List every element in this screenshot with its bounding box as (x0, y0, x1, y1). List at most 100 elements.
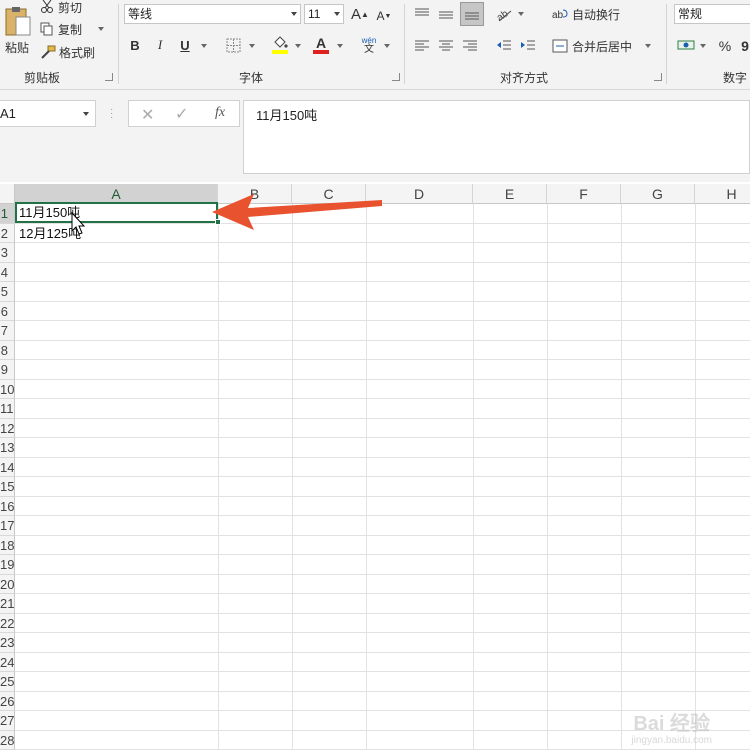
row-header-21[interactable]: 21 (0, 594, 15, 614)
column-header-f[interactable]: F (547, 184, 621, 204)
copy-dropdown-icon[interactable] (98, 27, 104, 31)
cancel-icon[interactable]: ✕ (141, 105, 154, 125)
chevron-down-icon (334, 12, 340, 16)
move-cursor-icon (71, 212, 86, 235)
top-align-button[interactable] (412, 4, 432, 24)
row-header-3[interactable]: 3 (0, 243, 15, 263)
font-color-dropdown-icon[interactable] (337, 44, 343, 48)
column-header-a[interactable]: A (15, 184, 218, 204)
row-header-7[interactable]: 7 (0, 321, 15, 341)
row-header-22[interactable]: 22 (0, 613, 15, 633)
grow-font-button[interactable]: A ▲ (350, 4, 370, 24)
grid-line (621, 204, 622, 750)
row-header-23[interactable]: 23 (0, 633, 15, 653)
borders-dropdown-icon[interactable] (249, 44, 255, 48)
font-name-select[interactable]: 等线 (124, 4, 301, 24)
middle-align-button[interactable] (436, 4, 456, 24)
format-painter-button[interactable]: 格式刷 (40, 44, 95, 60)
bold-button[interactable]: B (128, 36, 142, 54)
font-size-select[interactable]: 11 (304, 4, 344, 24)
worksheet-grid[interactable]: A B C D E F G H 1 2 3 4 5 6 7 8 9 10 11 12 13 14 15 16 1… (0, 184, 750, 750)
orientation-button[interactable]: ab (494, 4, 514, 24)
grid-line (15, 359, 750, 360)
wrap-text-button[interactable]: ab 自动换行 (552, 4, 620, 24)
cut-button[interactable]: 剪切 (40, 0, 82, 15)
font-launcher-icon[interactable] (392, 73, 400, 81)
paintbrush-icon (41, 45, 56, 59)
accounting-format-button[interactable] (676, 36, 696, 56)
clipboard-launcher-icon[interactable] (105, 73, 113, 81)
align-left-icon (415, 40, 429, 51)
enter-icon[interactable]: ✓ (175, 104, 188, 124)
row-header-26[interactable]: 26 (0, 691, 15, 711)
comma-style-button[interactable]: 9 (738, 36, 750, 56)
italic-button[interactable]: I (153, 36, 167, 54)
grid-line (547, 204, 548, 750)
shrink-font-button[interactable]: A ▼ (374, 6, 394, 26)
row-header-5[interactable]: 5 (0, 282, 15, 302)
phonetic-dropdown-icon[interactable] (384, 44, 390, 48)
merge-cells-icon (552, 39, 568, 53)
copy-button[interactable]: 复制 (40, 21, 104, 37)
row-header-10[interactable]: 10 (0, 379, 15, 399)
borders-button[interactable] (224, 36, 242, 54)
align-middle-icon (439, 11, 453, 19)
alignment-group-label: 对齐方式 (500, 71, 549, 85)
align-right-button[interactable] (460, 36, 480, 56)
row-header-15[interactable]: 15 (0, 477, 15, 497)
column-header-g[interactable]: G (621, 184, 695, 204)
row-header-11[interactable]: 11 (0, 399, 15, 419)
row-header-6[interactable]: 6 (0, 301, 15, 321)
row-header-1[interactable]: 1 (0, 204, 15, 224)
align-left-button[interactable] (412, 36, 432, 56)
accounting-dropdown-icon[interactable] (700, 44, 706, 48)
paste-button[interactable]: 粘贴 (0, 0, 34, 62)
row-header-25[interactable]: 25 (0, 672, 15, 692)
row-header-20[interactable]: 20 (0, 574, 15, 594)
fill-color-button[interactable] (270, 34, 290, 56)
font-color-button[interactable]: A (311, 34, 331, 56)
row-header-24[interactable]: 24 (0, 652, 15, 672)
font-color-swatch (313, 50, 329, 54)
row-header-12[interactable]: 12 (0, 418, 15, 438)
column-header-h[interactable]: H (695, 184, 750, 204)
phonetic-button[interactable]: wén 文 (359, 34, 379, 56)
grid-line (695, 204, 696, 750)
alignment-launcher-icon[interactable] (654, 73, 662, 81)
row-header-17[interactable]: 17 (0, 516, 15, 536)
orientation-dropdown-icon[interactable] (518, 12, 524, 16)
paste-label: 粘贴 (4, 40, 29, 55)
percent-button[interactable]: % (716, 36, 734, 56)
bottom-align-button[interactable] (460, 2, 484, 26)
underline-button[interactable]: U (178, 36, 192, 54)
row-header-4[interactable]: 4 (0, 262, 15, 282)
row-header-19[interactable]: 19 (0, 555, 15, 575)
decrease-indent-button[interactable] (494, 36, 514, 56)
row-header-13[interactable]: 13 (0, 438, 15, 458)
increase-indent-button[interactable] (518, 36, 538, 56)
row-header-2[interactable]: 2 (0, 223, 15, 243)
grid-line (15, 476, 750, 477)
grid-line (15, 690, 750, 692)
grid-line (15, 593, 750, 594)
merge-dropdown-icon[interactable] (645, 44, 651, 48)
column-header-e[interactable]: E (473, 184, 547, 204)
align-center-button[interactable] (436, 36, 456, 56)
insert-function-button[interactable]: fx (215, 105, 225, 121)
underline-dropdown-icon[interactable] (201, 44, 207, 48)
row-header-9[interactable]: 9 (0, 360, 15, 380)
ribbon: 粘贴 剪切 复制 格式刷 剪贴板 等线 11 A ▲ A ▼ B I U A w… (0, 0, 750, 90)
name-box-dropdown-icon[interactable] (83, 112, 89, 116)
row-header-27[interactable]: 27 (0, 711, 15, 731)
select-all-corner[interactable] (0, 184, 15, 204)
fill-color-dropdown-icon[interactable] (295, 44, 301, 48)
formula-input[interactable]: 11月150吨 (243, 100, 750, 174)
row-header-18[interactable]: 18 (0, 535, 15, 555)
row-header-16[interactable]: 16 (0, 496, 15, 516)
name-box[interactable]: A1 (0, 100, 96, 127)
merge-center-button[interactable]: 合并后居中 (552, 36, 632, 56)
number-format-select[interactable]: 常规 (674, 4, 750, 24)
row-header-28[interactable]: 28 (0, 730, 15, 750)
row-header-8[interactable]: 8 (0, 340, 15, 360)
row-header-14[interactable]: 14 (0, 457, 15, 477)
